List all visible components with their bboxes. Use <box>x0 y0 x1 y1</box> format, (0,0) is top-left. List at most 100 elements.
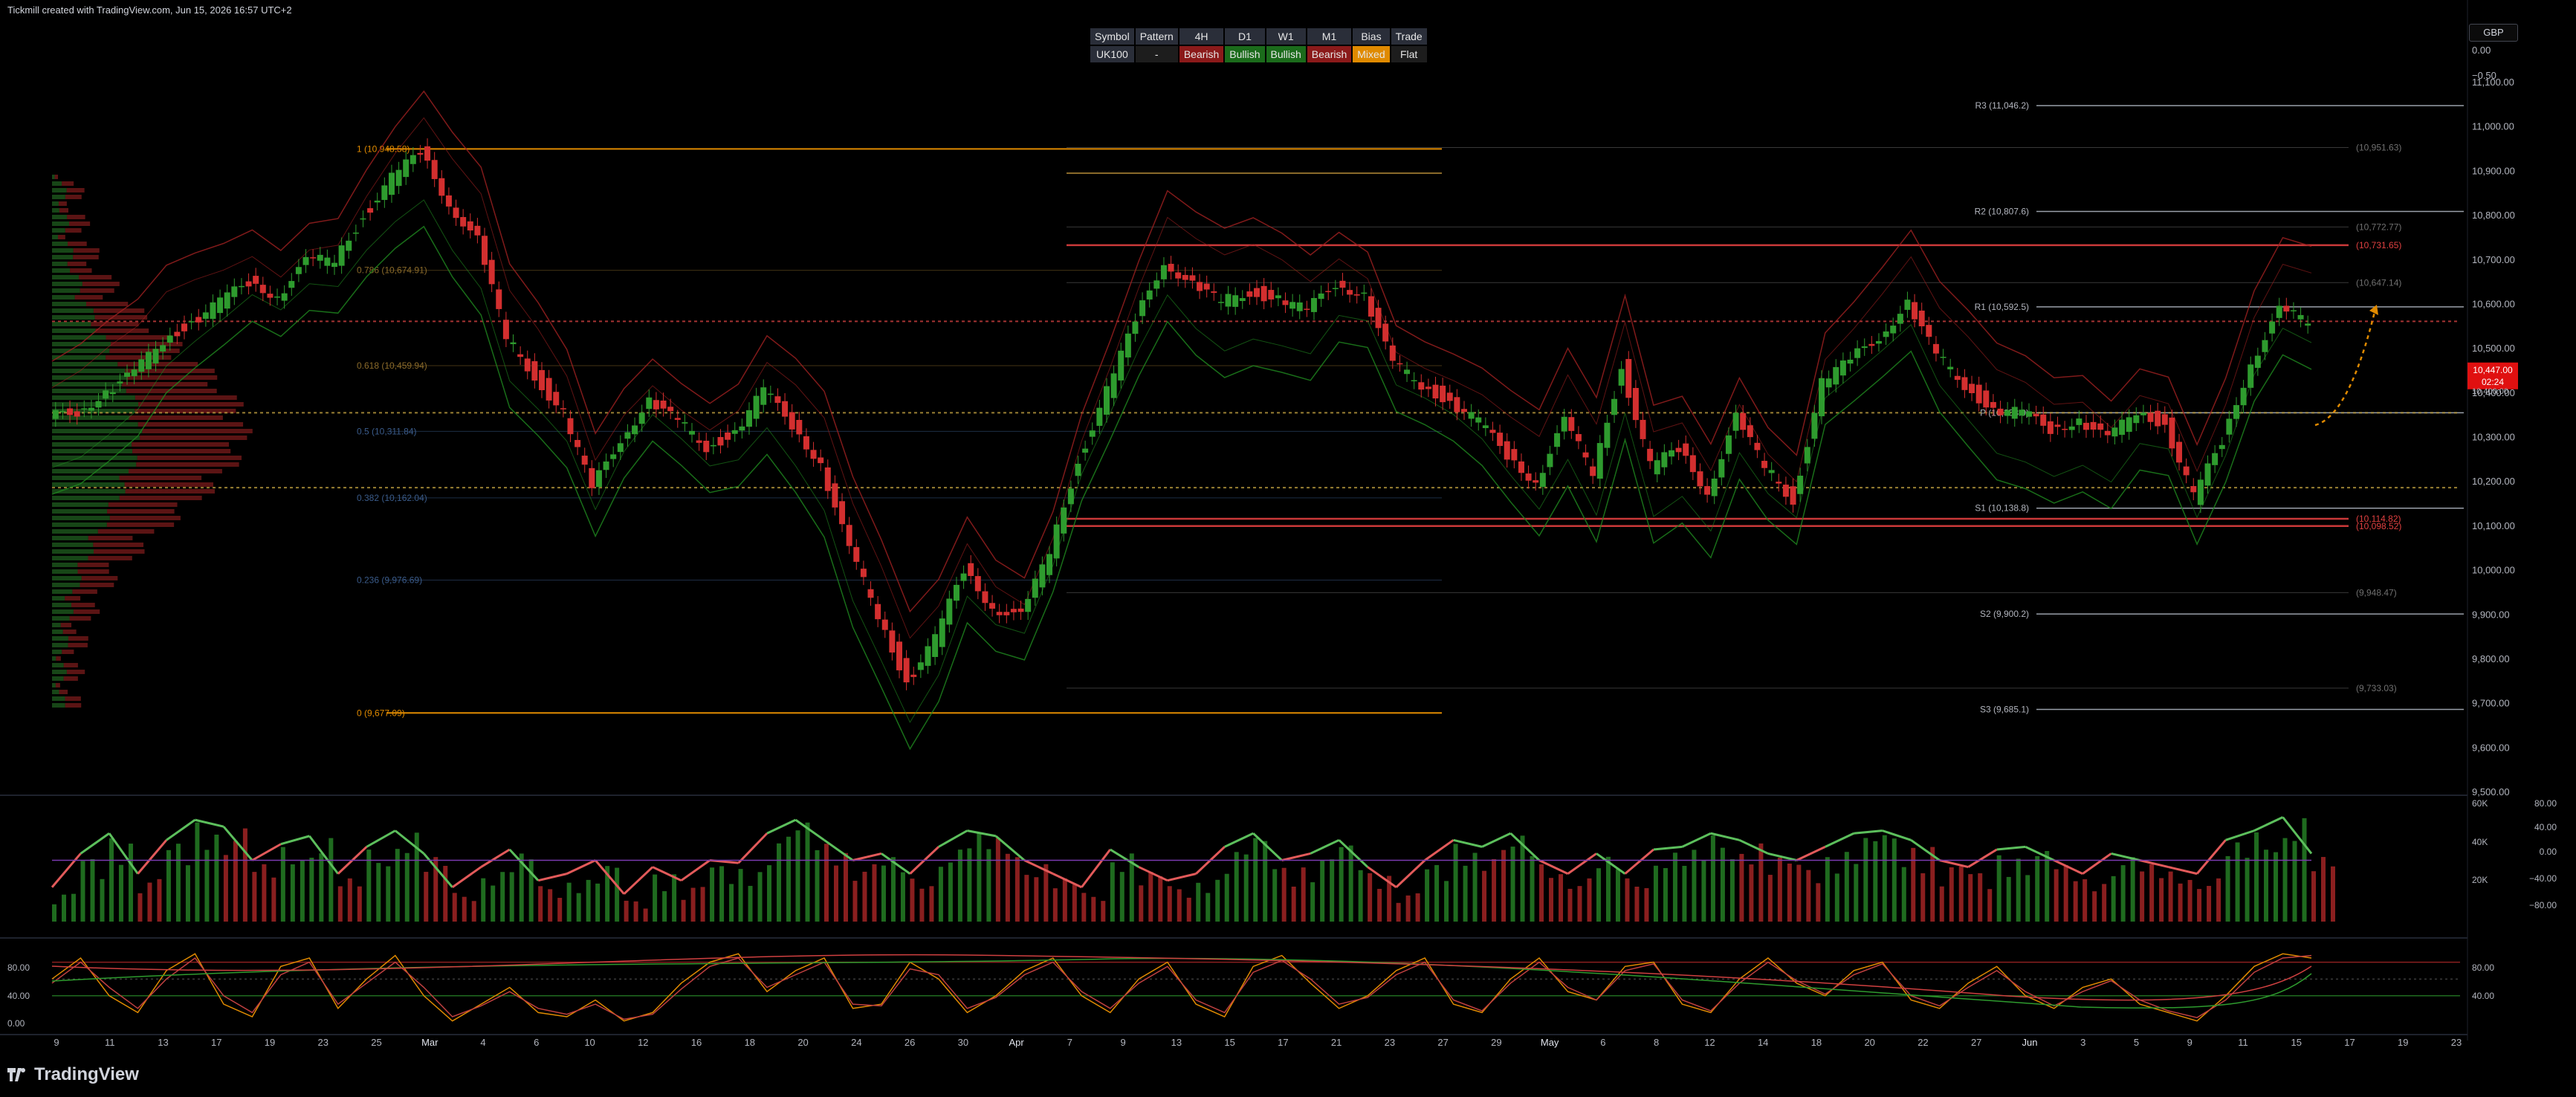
volume-bar <box>2302 818 2307 922</box>
candle-body <box>217 297 224 314</box>
volume-profile-bar-buy <box>52 516 110 520</box>
candle-body <box>1590 466 1596 476</box>
y-tick-label: 10,400.00 <box>2472 387 2515 398</box>
candle-body <box>1518 461 1524 473</box>
candle-body <box>1689 455 1696 473</box>
volume-profile-bar-sell <box>97 529 155 534</box>
volume-profile-bar-sell <box>60 623 72 627</box>
candle-body <box>2104 430 2111 436</box>
level-label: (10,647.14) <box>2356 277 2401 288</box>
volume-bar <box>1472 852 1478 922</box>
candle-body <box>2062 428 2068 430</box>
x-tick-label: Apr <box>1009 1037 1024 1048</box>
volume-profile-bar-sell <box>129 469 222 473</box>
volume-bar <box>1206 893 1211 922</box>
x-tick-label: 12 <box>638 1037 648 1048</box>
volume-bar <box>290 864 295 922</box>
x-tick-label: 19 <box>2398 1037 2408 1048</box>
volume-profile-bar-buy <box>52 302 87 306</box>
candle-body <box>403 159 410 178</box>
col-trade: Trade <box>1391 28 1427 45</box>
candle-body <box>2140 412 2146 415</box>
col-m1: M1 <box>1307 28 1352 45</box>
col-bias: Bias <box>1353 28 1390 45</box>
x-tick-label: 12 <box>1704 1037 1715 1048</box>
volume-bar <box>2187 879 2192 922</box>
volume-bar <box>1844 852 1849 922</box>
volume-bar <box>1996 855 2001 922</box>
y-tick-label: 10,300.00 <box>2472 432 2515 443</box>
volume-profile-bar-sell <box>77 563 109 567</box>
x-tick-label: 23 <box>318 1037 329 1048</box>
volume-profile-bar-sell <box>67 215 85 219</box>
volume-bar <box>710 867 715 922</box>
volume-profile-bar-sell <box>108 502 178 507</box>
trading-chart[interactable]: 1 (10,948.58)0.786 (10,674.91)0.618 (10,… <box>0 0 2576 1097</box>
volume-bar <box>805 822 810 922</box>
volume-bar <box>1530 855 1535 922</box>
volume-bar <box>995 838 1000 922</box>
x-tick-label: 9 <box>2187 1037 2192 1048</box>
candle-body <box>1533 480 1539 483</box>
volume-bar <box>319 853 324 922</box>
candle-body <box>1890 326 1897 334</box>
candle-body <box>710 444 716 447</box>
volume-bar <box>1405 895 1411 922</box>
stoch-tick-label-left: 0.00 <box>7 1018 25 1029</box>
currency-selector[interactable]: GBP <box>2469 24 2518 42</box>
volume-profile-bar-sell <box>137 456 242 460</box>
candle-body <box>745 410 752 427</box>
x-tick-label: 18 <box>1811 1037 1822 1048</box>
volume-profile-bar-buy <box>52 429 143 433</box>
volume-profile-bar-buy <box>52 415 129 420</box>
candle-body <box>553 392 560 406</box>
volume-profile-bar-buy <box>52 235 59 239</box>
candle-body <box>1561 416 1567 432</box>
volume-profile-bar-buy <box>52 195 65 199</box>
volume-bar <box>2130 857 2135 922</box>
volume-bar <box>1958 866 1964 922</box>
bias-table: Symbol Pattern 4H D1 W1 M1 Bias Trade UK… <box>1089 27 1428 64</box>
volume-bar <box>1729 859 1735 922</box>
volume-profile-bar-buy <box>52 703 65 708</box>
fib-level-label: 0.236 (9,976.69) <box>357 575 422 585</box>
volume-bar <box>1577 886 1582 922</box>
volume-bar <box>643 908 648 922</box>
stoch-tick-label-right: 40.00 <box>2472 991 2494 1001</box>
volume-bar <box>2254 832 2259 922</box>
volume-profile-bar-buy <box>52 315 95 320</box>
volume-bar <box>386 866 391 922</box>
volume-profile-bar-sell <box>67 262 87 266</box>
volume-profile-bar-sell <box>69 616 91 621</box>
candle-body <box>109 392 116 395</box>
candle-body <box>1132 321 1139 334</box>
stoch-tick-label-left: 80.00 <box>7 962 30 973</box>
volume-bar <box>2321 857 2326 922</box>
volume-profile-bar-sell <box>62 181 74 186</box>
x-tick-label: 23 <box>2451 1037 2462 1048</box>
x-tick-label: 15 <box>2291 1037 2301 1048</box>
x-tick-label: 30 <box>958 1037 968 1048</box>
volume-profile-bar-buy <box>52 589 73 594</box>
volume-bar <box>719 866 725 922</box>
volume-bar <box>1167 886 1172 922</box>
candle-body <box>267 294 274 298</box>
candle-body <box>1975 384 1982 404</box>
volume-bar <box>233 841 238 922</box>
candle-body <box>2019 410 2025 416</box>
volume-bar <box>1492 858 1497 922</box>
candle-body <box>2204 463 2211 486</box>
volume-profile-bar-sell <box>62 630 77 634</box>
volume-bar <box>90 858 95 922</box>
volume-profile-bar-sell <box>132 442 230 447</box>
volume-profile-bar-sell <box>73 609 100 614</box>
cell-pattern: - <box>1135 46 1178 62</box>
volume-profile-bar-buy <box>52 262 68 266</box>
volume-profile-bar-sell <box>106 335 172 340</box>
volume-bar <box>1672 852 1677 922</box>
candle-body <box>1932 343 1939 354</box>
volume-bar <box>509 872 514 922</box>
volume-bar <box>214 834 219 922</box>
volume-bar <box>1263 841 1268 922</box>
volume-bar <box>662 891 667 922</box>
